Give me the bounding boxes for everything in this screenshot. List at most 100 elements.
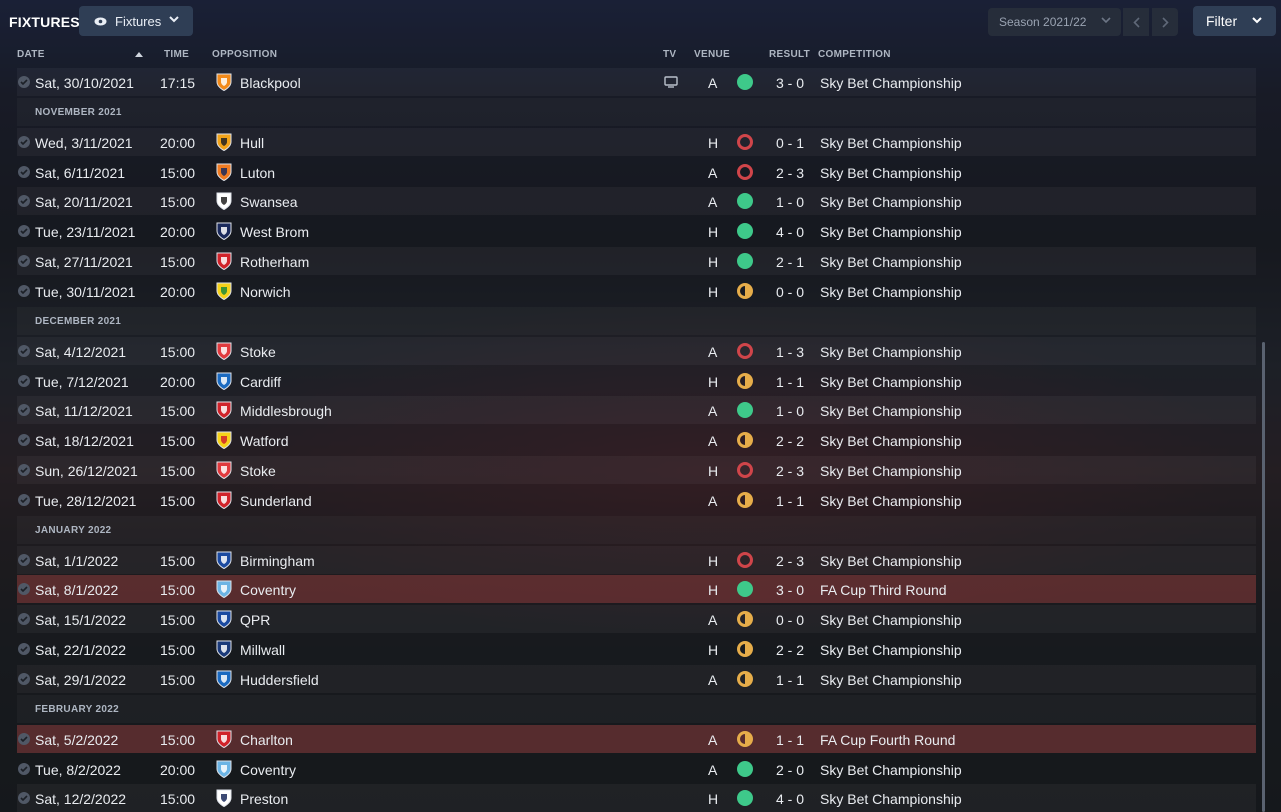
season-selector[interactable]: Season 2021/22 [988, 8, 1121, 36]
fixture-row[interactable]: Sat, 11/12/2021 15:00 Middlesbrough A 1 - 0 S… [17, 396, 1256, 424]
match-score[interactable]: 2 - 1 [776, 254, 804, 270]
opposition-name[interactable]: Millwall [240, 642, 285, 658]
opposition-name[interactable]: Coventry [240, 582, 296, 598]
opposition-name[interactable]: Stoke [240, 463, 276, 479]
match-score[interactable]: 0 - 1 [776, 135, 804, 151]
opposition-name[interactable]: Middlesbrough [240, 403, 332, 419]
fixture-row[interactable]: Tue, 7/12/2021 20:00 Cardiff H 1 - 1 Sky Bet … [17, 367, 1256, 395]
opposition-name[interactable]: Blackpool [240, 75, 301, 91]
fixture-row[interactable]: Sat, 20/11/2021 15:00 Swansea A 1 - 0 Sky Bet… [17, 187, 1256, 215]
opposition-name[interactable]: Norwich [240, 284, 291, 300]
competition-name[interactable]: Sky Bet Championship [820, 672, 962, 688]
column-header-tv[interactable]: TV [663, 49, 676, 60]
opposition-name[interactable]: Charlton [240, 732, 293, 748]
fixture-row[interactable]: Sat, 30/10/2021 17:15 Blackpool A 3 - 0 Sky B… [17, 68, 1256, 96]
match-score[interactable]: 4 - 0 [776, 791, 804, 807]
fixture-date: Sat, 11/12/2021 [35, 403, 133, 419]
column-header-time[interactable]: TIME [164, 49, 189, 60]
column-header-competition[interactable]: COMPETITION [818, 49, 891, 60]
next-season-button[interactable] [1152, 8, 1178, 36]
match-score[interactable]: 1 - 3 [776, 344, 804, 360]
fixture-row[interactable]: Tue, 8/2/2022 20:00 Coventry A 2 - 0 Sky Bet … [17, 755, 1256, 783]
competition-name[interactable]: Sky Bet Championship [820, 284, 962, 300]
match-score[interactable]: 3 - 0 [776, 75, 804, 91]
opposition-name[interactable]: Stoke [240, 344, 276, 360]
competition-name[interactable]: Sky Bet Championship [820, 344, 962, 360]
fixture-row[interactable]: Sat, 1/1/2022 15:00 Birmingham H 2 - 3 Sky Be… [17, 546, 1256, 574]
fixture-row[interactable]: Sat, 27/11/2021 15:00 Rotherham H 2 - 1 Sky B… [17, 247, 1256, 275]
match-score[interactable]: 4 - 0 [776, 224, 804, 240]
opposition-name[interactable]: West Brom [240, 224, 309, 240]
opposition-name[interactable]: Watford [240, 433, 289, 449]
competition-name[interactable]: Sky Bet Championship [820, 254, 962, 270]
fixture-row[interactable]: Sat, 6/11/2021 15:00 Luton A 2 - 3 Sky Bet Ch… [17, 158, 1256, 186]
venue-indicator: H [708, 582, 719, 598]
competition-name[interactable]: Sky Bet Championship [820, 612, 962, 628]
match-score[interactable]: 1 - 0 [776, 194, 804, 210]
match-score[interactable]: 2 - 3 [776, 553, 804, 569]
match-score[interactable]: 1 - 1 [776, 672, 804, 688]
match-score[interactable]: 3 - 0 [776, 582, 804, 598]
opposition-name[interactable]: Preston [240, 791, 288, 807]
competition-name[interactable]: Sky Bet Championship [820, 463, 962, 479]
opposition-name[interactable]: Huddersfield [240, 672, 319, 688]
fixture-row[interactable]: Tue, 23/11/2021 20:00 West Brom H 4 - 0 Sky B… [17, 217, 1256, 245]
fixture-time: 15:00 [160, 433, 196, 449]
competition-name[interactable]: FA Cup Fourth Round [820, 732, 955, 748]
fixture-row[interactable]: Sun, 26/12/2021 15:00 Stoke H 2 - 3 Sky Bet C… [17, 456, 1256, 484]
match-score[interactable]: 0 - 0 [776, 284, 804, 300]
competition-name[interactable]: FA Cup Third Round [820, 582, 947, 598]
opposition-name[interactable]: QPR [240, 612, 270, 628]
competition-name[interactable]: Sky Bet Championship [820, 433, 962, 449]
previous-season-button[interactable] [1123, 8, 1149, 36]
match-score[interactable]: 1 - 0 [776, 403, 804, 419]
match-score[interactable]: 2 - 0 [776, 762, 804, 778]
fixture-row[interactable]: Tue, 28/12/2021 15:00 Sunderland A 1 - 1 Sky … [17, 486, 1256, 514]
match-score[interactable]: 2 - 2 [776, 433, 804, 449]
match-score[interactable]: 2 - 2 [776, 642, 804, 658]
match-score[interactable]: 2 - 3 [776, 463, 804, 479]
competition-name[interactable]: Sky Bet Championship [820, 553, 962, 569]
view-selector-button[interactable]: Fixtures [79, 6, 193, 36]
competition-name[interactable]: Sky Bet Championship [820, 224, 962, 240]
competition-name[interactable]: Sky Bet Championship [820, 762, 962, 778]
fixture-row[interactable]: Sat, 12/2/2022 15:00 Preston H 4 - 0 Sky Bet … [17, 784, 1256, 812]
fixture-row[interactable]: Wed, 3/11/2021 20:00 Hull H 0 - 1 Sky Bet Cha… [17, 128, 1256, 156]
match-score[interactable]: 0 - 0 [776, 612, 804, 628]
competition-name[interactable]: Sky Bet Championship [820, 791, 962, 807]
opposition-name[interactable]: Luton [240, 165, 275, 181]
column-header-result[interactable]: RESULT [769, 49, 810, 60]
fixture-row[interactable]: Sat, 29/1/2022 15:00 Huddersfield A 1 - 1 Sky… [17, 665, 1256, 693]
fixture-row[interactable]: Tue, 30/11/2021 20:00 Norwich H 0 - 0 Sky Bet… [17, 277, 1256, 305]
fixture-row[interactable]: Sat, 22/1/2022 15:00 Millwall H 2 - 2 Sky Bet… [17, 635, 1256, 663]
fixture-row[interactable]: Sat, 4/12/2021 15:00 Stoke A 1 - 3 Sky Bet Ch… [17, 337, 1256, 365]
competition-name[interactable]: Sky Bet Championship [820, 403, 962, 419]
opposition-name[interactable]: Hull [240, 135, 264, 151]
fixture-row[interactable]: Sat, 18/12/2021 15:00 Watford A 2 - 2 Sky Bet… [17, 426, 1256, 454]
opposition-name[interactable]: Birmingham [240, 553, 315, 569]
match-score[interactable]: 1 - 1 [776, 374, 804, 390]
opposition-name[interactable]: Cardiff [240, 374, 281, 390]
opposition-name[interactable]: Sunderland [240, 493, 312, 509]
match-score[interactable]: 2 - 3 [776, 165, 804, 181]
competition-name[interactable]: Sky Bet Championship [820, 493, 962, 509]
match-score[interactable]: 1 - 1 [776, 732, 804, 748]
column-header-venue[interactable]: VENUE [694, 49, 730, 60]
fixture-row[interactable]: Sat, 5/2/2022 15:00 Charlton A 1 - 1 FA Cup F… [17, 725, 1256, 753]
fixture-row[interactable]: Sat, 15/1/2022 15:00 QPR A 0 - 0 Sky Bet Cham… [17, 605, 1256, 633]
opposition-name[interactable]: Swansea [240, 194, 298, 210]
fixture-row[interactable]: Sat, 8/1/2022 15:00 Coventry H 3 - 0 FA Cup T… [17, 575, 1256, 603]
filter-button[interactable]: Filter [1193, 6, 1276, 36]
opposition-name[interactable]: Rotherham [240, 254, 309, 270]
competition-name[interactable]: Sky Bet Championship [820, 75, 962, 91]
competition-name[interactable]: Sky Bet Championship [820, 165, 962, 181]
competition-name[interactable]: Sky Bet Championship [820, 135, 962, 151]
competition-name[interactable]: Sky Bet Championship [820, 374, 962, 390]
match-score[interactable]: 1 - 1 [776, 493, 804, 509]
competition-name[interactable]: Sky Bet Championship [820, 194, 962, 210]
column-header-opposition[interactable]: OPPOSITION [212, 49, 277, 60]
column-header-date[interactable]: DATE [17, 49, 45, 60]
scrollbar[interactable] [1262, 342, 1265, 812]
opposition-name[interactable]: Coventry [240, 762, 296, 778]
competition-name[interactable]: Sky Bet Championship [820, 642, 962, 658]
